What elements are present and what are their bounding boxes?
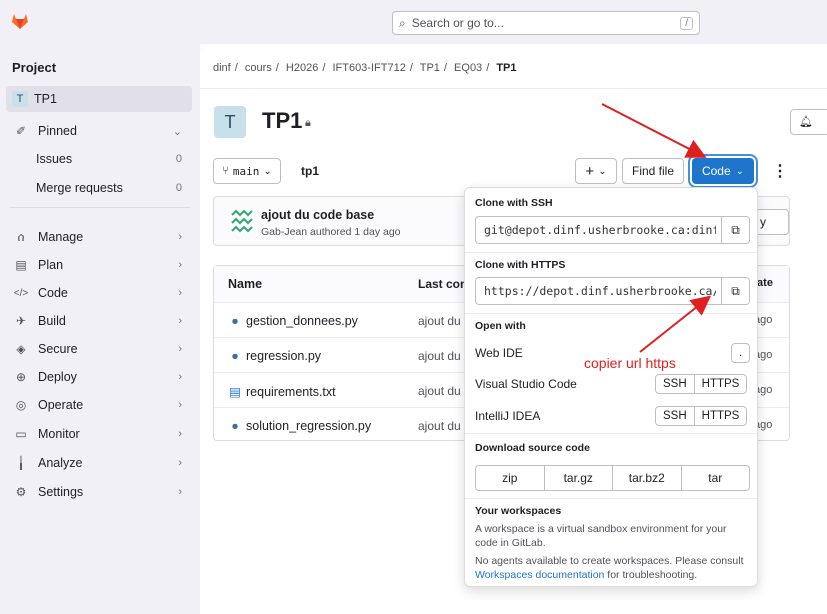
arrow-to-code-button (601, 103, 707, 158)
annotation-arrows (601, 103, 712, 353)
arrow-to-copy-https (639, 295, 712, 353)
